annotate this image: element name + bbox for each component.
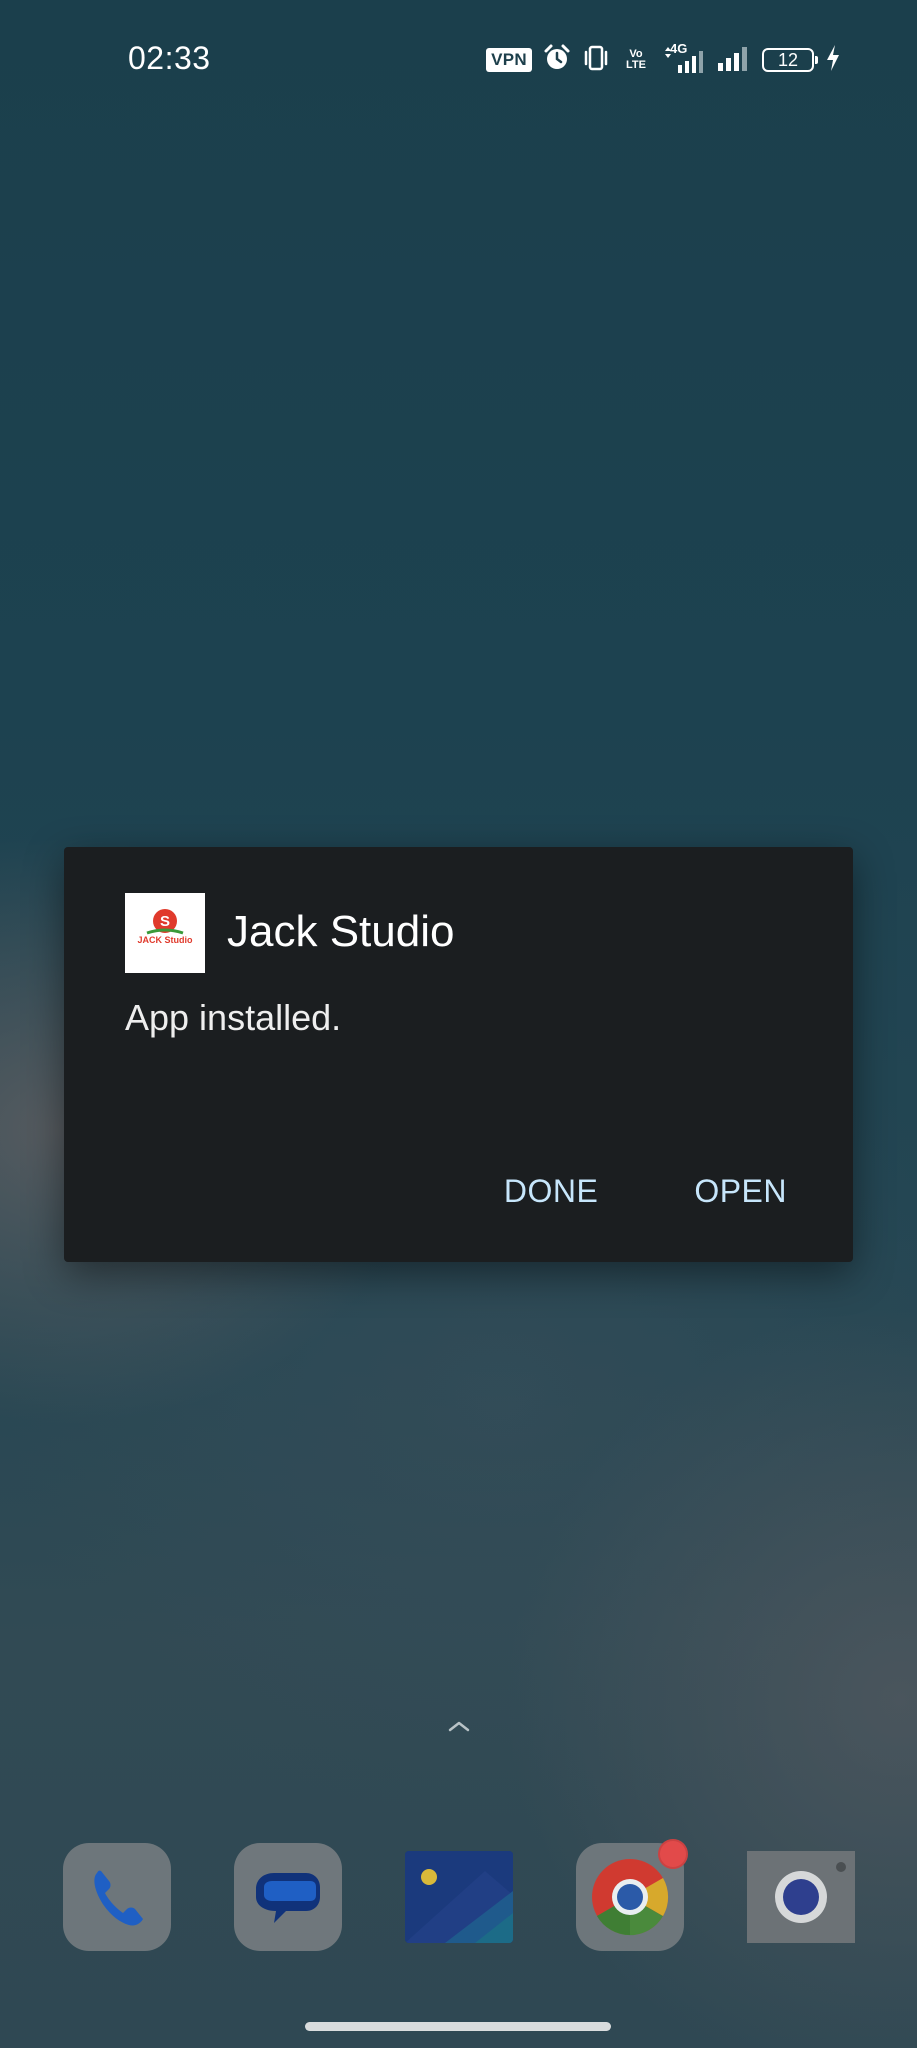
app-icon-letter: S [160, 913, 170, 930]
volte-icon: Vo LTE [620, 49, 652, 71]
battery-icon: 12 [762, 48, 818, 72]
gallery-app-icon[interactable] [405, 1851, 513, 1943]
chrome-app-icon[interactable] [576, 1839, 688, 1951]
phone-app-icon[interactable] [63, 1843, 171, 1951]
chrome-notification-dot [658, 1839, 688, 1869]
status-icons: VPN Vo LTE 4G 12 [486, 40, 842, 80]
app-icon-text: JACK Studio [138, 935, 194, 945]
status-clock: 02:33 [128, 40, 211, 76]
signal-icon [716, 43, 752, 78]
volte-line2: LTE [626, 59, 646, 71]
dialog-actions: DONE OPEN [474, 1165, 853, 1218]
done-button[interactable]: DONE [474, 1165, 628, 1218]
signal-4g-icon: 4G [662, 41, 706, 75]
dialog-message: App installed. [125, 997, 342, 1038]
app-installed-dialog: S JACK Studio Jack Studio App installed.… [64, 847, 853, 1262]
vibrate-icon [582, 43, 610, 78]
alarm-icon [542, 43, 572, 78]
gesture-nav-handle[interactable] [305, 2022, 611, 2031]
open-button[interactable]: OPEN [664, 1165, 817, 1218]
dialog-app-name: Jack Studio [227, 907, 455, 956]
home-dock [0, 1839, 917, 1955]
messages-app-icon[interactable] [234, 1843, 342, 1951]
app-drawer-chevron-icon[interactable] [447, 1715, 471, 1739]
jack-studio-app-icon: S JACK Studio [125, 893, 205, 973]
charging-bolt-icon [824, 43, 842, 78]
status-bar: 02:33 VPN Vo LTE 4G 12 [0, 0, 917, 118]
vpn-badge: VPN [486, 48, 532, 72]
camera-app-icon[interactable] [747, 1851, 855, 1943]
